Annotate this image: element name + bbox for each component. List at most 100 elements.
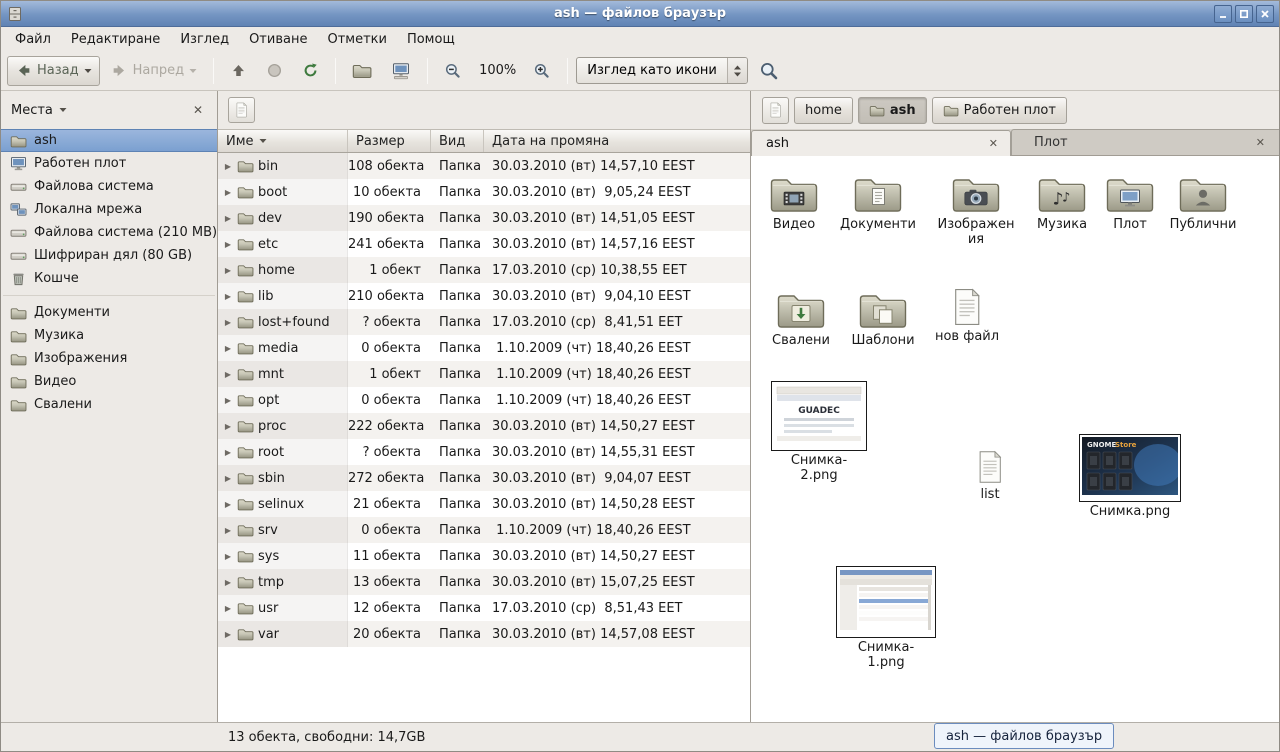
expander-icon[interactable]: ▶ [223, 630, 233, 639]
sidebar-item-local-network[interactable]: Локална мрежа [1, 198, 217, 221]
back-button[interactable]: Назад [7, 56, 100, 86]
forward-button[interactable]: Напред [103, 56, 205, 86]
expander-icon[interactable]: ▶ [223, 578, 233, 587]
icon-item-public[interactable]: Публични [1163, 173, 1243, 233]
table-row[interactable]: ▶etc241 обектаПапка30.03.2010 (вт) 14,57… [218, 231, 750, 257]
expander-icon[interactable]: ▶ [223, 422, 233, 431]
sidebar-item-documents[interactable]: Документи [1, 301, 217, 324]
expander-icon[interactable]: ▶ [223, 370, 233, 379]
icon-item-snimka2[interactable]: GUADEC Снимка-2.png [769, 381, 869, 483]
minimize-button[interactable] [1214, 5, 1232, 23]
table-row[interactable]: ▶usr12 обектаПапка17.03.2010 (ср) 8,51,4… [218, 595, 750, 621]
breadcrumb-desktop[interactable]: Работен плот [932, 97, 1067, 124]
expander-icon[interactable]: ▶ [223, 552, 233, 561]
table-row[interactable]: ▶opt0 обектаПапка 1.10.2009 (чт) 18,40,2… [218, 387, 750, 413]
icon-item-new-file[interactable]: нов файл [927, 287, 1007, 345]
sidebar-item-ash[interactable]: ash [1, 129, 217, 152]
view-mode-select[interactable]: Изглед като икони [576, 57, 748, 84]
home-button[interactable] [344, 56, 380, 86]
zoom-in-button[interactable] [525, 56, 559, 86]
icon-item-snimka[interactable]: GNOME Store Снимка.png [1078, 434, 1182, 520]
table-row[interactable]: ▶tmp13 обектаПапка30.03.2010 (вт) 15,07,… [218, 569, 750, 595]
expander-icon[interactable]: ▶ [223, 344, 233, 353]
expander-icon[interactable]: ▶ [223, 448, 233, 457]
up-button[interactable] [222, 56, 255, 86]
expander-icon[interactable]: ▶ [223, 526, 233, 535]
icon-item-snimka1[interactable]: Снимка-1.png [834, 566, 938, 670]
sidebar-item-trash[interactable]: Кошче [1, 267, 217, 290]
table-row[interactable]: ▶srv0 обектаПапка 1.10.2009 (чт) 18,40,2… [218, 517, 750, 543]
search-button[interactable] [751, 56, 787, 86]
table-row[interactable]: ▶proc222 обектаПапка30.03.2010 (вт) 14,5… [218, 413, 750, 439]
sidebar-item-filesystem[interactable]: Файлова система [1, 175, 217, 198]
tab-close-icon[interactable]: ✕ [985, 136, 1002, 151]
sidebar-item-filesystem-210mb[interactable]: Файлова система (210 MB) [1, 221, 217, 244]
expander-icon[interactable]: ▶ [223, 604, 233, 613]
menu-file[interactable]: Файл [5, 29, 61, 50]
expander-icon[interactable]: ▶ [223, 162, 233, 171]
computer-button[interactable] [383, 56, 419, 86]
column-header-modified[interactable]: Дата на промяна [484, 130, 750, 152]
stop-button[interactable] [258, 56, 291, 86]
sidebar-item-encrypted-80gb[interactable]: Шифриран дял (80 GB) [1, 244, 217, 267]
close-button[interactable] [1256, 5, 1274, 23]
column-header-type[interactable]: Вид [431, 130, 484, 152]
location-toggle-button[interactable] [228, 97, 255, 123]
maximize-button[interactable] [1235, 5, 1253, 23]
expander-icon[interactable]: ▶ [223, 396, 233, 405]
table-row[interactable]: ▶sys11 обектаПапка30.03.2010 (вт) 14,50,… [218, 543, 750, 569]
table-row[interactable]: ▶root? обектаПапка30.03.2010 (вт) 14,55,… [218, 439, 750, 465]
table-row[interactable]: ▶boot10 обектаПапка30.03.2010 (вт) 9,05,… [218, 179, 750, 205]
icon-view[interactable]: Видео Документи Изображения Музика Плот [751, 156, 1279, 722]
expander-icon[interactable]: ▶ [223, 266, 233, 275]
expander-icon[interactable]: ▶ [223, 500, 233, 509]
table-row[interactable]: ▶bin108 обектаПапка30.03.2010 (вт) 14,57… [218, 153, 750, 179]
sidebar-item-pictures[interactable]: Изображения [1, 347, 217, 370]
sidebar-item-downloads[interactable]: Свалени [1, 393, 217, 416]
table-row[interactable]: ▶lib210 обектаПапка30.03.2010 (вт) 9,04,… [218, 283, 750, 309]
icon-item-templates[interactable]: Шаблони [843, 289, 923, 349]
menu-view[interactable]: Изглед [170, 29, 239, 50]
tab-plot[interactable]: Плот ✕ [1011, 129, 1279, 155]
expander-icon[interactable]: ▶ [223, 240, 233, 249]
pathbar-icon-button[interactable] [762, 97, 789, 124]
column-header-name[interactable]: Име [218, 130, 348, 152]
icon-item-documents[interactable]: Документи [838, 173, 918, 233]
table-row[interactable]: ▶dev190 обектаПапка30.03.2010 (вт) 14,51… [218, 205, 750, 231]
table-row[interactable]: ▶selinux21 обектаПапка30.03.2010 (вт) 14… [218, 491, 750, 517]
expander-icon[interactable]: ▶ [223, 214, 233, 223]
breadcrumb-ash[interactable]: ash [858, 97, 927, 124]
icon-item-desktop-folder[interactable]: Плот [1090, 173, 1170, 233]
icon-item-list-file[interactable]: list [950, 449, 1030, 503]
icon-item-video[interactable]: Видео [754, 173, 834, 233]
icon-item-pictures[interactable]: Изображения [936, 173, 1016, 247]
zoom-out-button[interactable] [436, 56, 470, 86]
table-row[interactable]: ▶home1 обектПапка17.03.2010 (ср) 10,38,5… [218, 257, 750, 283]
sidebar-title[interactable]: Места [11, 103, 53, 118]
menu-bookmarks[interactable]: Отметки [317, 29, 396, 50]
tab-close-icon[interactable]: ✕ [1252, 135, 1269, 150]
sidebar-item-desktop[interactable]: Работен плот [1, 152, 217, 175]
menu-go[interactable]: Отиване [239, 29, 317, 50]
table-row[interactable]: ▶sbin272 обектаПапка30.03.2010 (вт) 9,04… [218, 465, 750, 491]
table-row[interactable]: ▶lost+found? обектаПапка17.03.2010 (ср) … [218, 309, 750, 335]
expander-icon[interactable]: ▶ [223, 292, 233, 301]
menu-edit[interactable]: Редактиране [61, 29, 170, 50]
table-row[interactable]: ▶var20 обектаПапка30.03.2010 (вт) 14,57,… [218, 621, 750, 647]
chevron-down-icon[interactable] [59, 107, 67, 113]
sidebar-item-music[interactable]: Музика [1, 324, 217, 347]
expander-icon[interactable]: ▶ [223, 318, 233, 327]
breadcrumb-home[interactable]: home [794, 97, 853, 124]
titlebar[interactable]: ash — файлов браузър [1, 1, 1279, 27]
icon-item-downloads[interactable]: Свалени [761, 289, 841, 349]
tab-ash[interactable]: ash ✕ [751, 130, 1011, 156]
table-row[interactable]: ▶media0 обектаПапка 1.10.2009 (чт) 18,40… [218, 335, 750, 361]
table-row[interactable]: ▶mnt1 обектПапка 1.10.2009 (чт) 18,40,26… [218, 361, 750, 387]
column-header-size[interactable]: Размер [348, 130, 431, 152]
menu-help[interactable]: Помощ [397, 29, 465, 50]
reload-button[interactable] [294, 56, 327, 86]
expander-icon[interactable]: ▶ [223, 474, 233, 483]
sidebar-item-videos[interactable]: Видео [1, 370, 217, 393]
sidebar-close-button[interactable]: ✕ [189, 102, 207, 118]
expander-icon[interactable]: ▶ [223, 188, 233, 197]
